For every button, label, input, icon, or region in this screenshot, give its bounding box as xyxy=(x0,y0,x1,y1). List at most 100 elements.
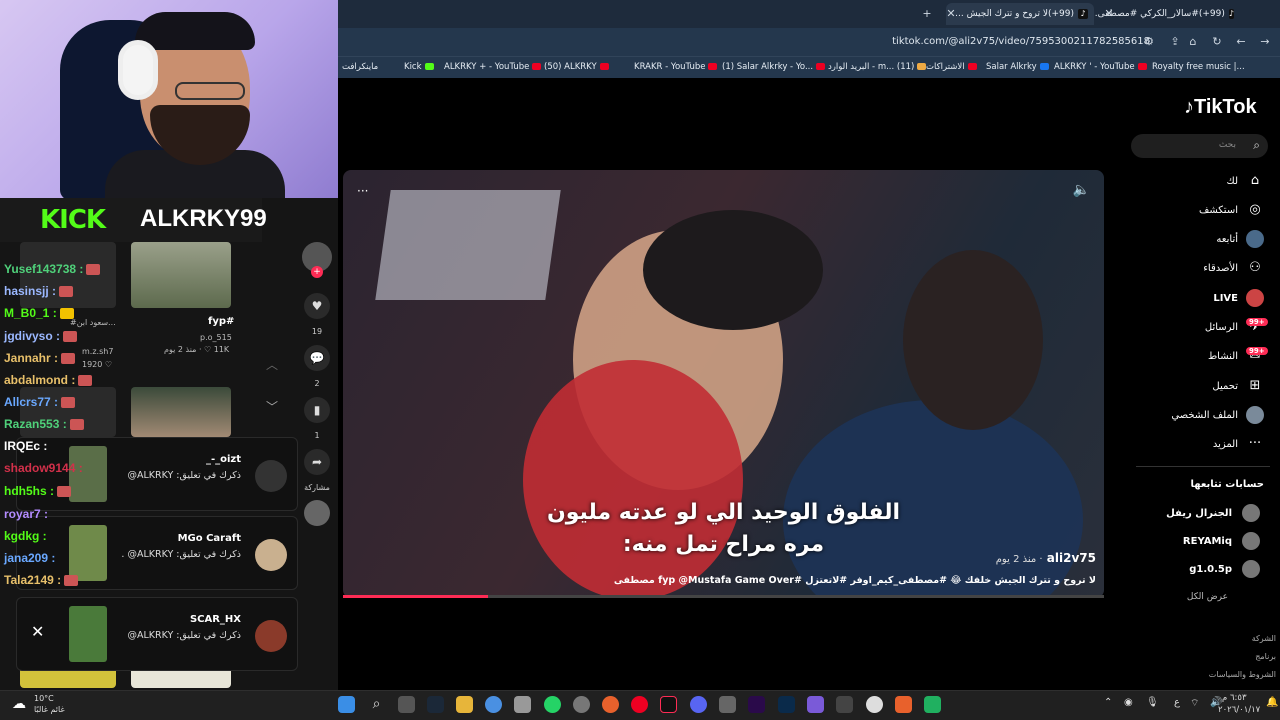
avatar xyxy=(255,539,287,571)
bookmark-icon[interactable]: ▮ xyxy=(304,397,330,423)
close-icon[interactable]: ✕ xyxy=(31,622,44,641)
chrome-icon[interactable] xyxy=(485,696,502,713)
bookmark-item[interactable]: Royalty free music |... xyxy=(1152,62,1245,72)
footer-link[interactable]: الشركة xyxy=(1252,634,1276,643)
close-tab-icon[interactable]: ✕ xyxy=(1102,7,1116,21)
share-icon[interactable]: ⇪ xyxy=(1168,35,1182,49)
share-icon[interactable]: ➦ xyxy=(304,449,330,475)
reload-icon[interactable]: ↻ xyxy=(1210,35,1224,49)
obs-icon[interactable] xyxy=(866,696,883,713)
close-tab-icon[interactable]: ✕ xyxy=(944,7,958,21)
volume-icon[interactable]: 🔈 xyxy=(1073,182,1090,198)
follow-plus-icon[interactable]: + xyxy=(311,266,323,278)
back-icon[interactable]: ← xyxy=(1234,35,1248,49)
footer-link[interactable]: الشروط والسياسات xyxy=(1209,670,1276,679)
channel-name: ALKRKY99 xyxy=(140,205,267,232)
mic-icon[interactable]: 🎙 xyxy=(1146,697,1159,708)
app-icon[interactable] xyxy=(719,696,736,713)
bookmark-item[interactable]: (50) ALKRKY xyxy=(544,62,609,72)
language-indicator[interactable]: ع xyxy=(1174,697,1180,708)
mention-notification[interactable]: ✕ SCAR_HX ذكرك في تعليق: ALKRKY@ xyxy=(16,597,298,671)
nav-explore[interactable]: ◎ استكشف xyxy=(1199,201,1264,219)
photoshop-icon[interactable] xyxy=(778,696,795,713)
heart-icon[interactable]: ♥ xyxy=(304,293,330,319)
tiktok-logo[interactable]: ♪TikTok xyxy=(1184,96,1257,119)
wifi-icon[interactable]: ⌔ xyxy=(1190,697,1199,710)
chat-message: abdalmond : xyxy=(4,373,93,387)
clock-date[interactable]: ٢٠٢٦/٠١/١٧ xyxy=(1218,705,1260,715)
network-icon[interactable]: ◉ xyxy=(1124,697,1133,708)
home-icon[interactable]: ⌂ xyxy=(1186,35,1200,49)
app-icon[interactable] xyxy=(924,696,941,713)
bookmark-item[interactable]: ALKRKY + - YouTube xyxy=(444,62,542,72)
nav-upload[interactable]: ⊞ تحميل xyxy=(1212,377,1264,395)
forward-icon[interactable]: → xyxy=(1258,35,1272,49)
video-thumbnail[interactable] xyxy=(131,387,231,437)
bookmark-item[interactable]: البريد الوارد - m... (11) xyxy=(828,62,927,72)
tiktok-icon[interactable] xyxy=(660,696,677,713)
tune-icon[interactable]: ⚙ xyxy=(1142,35,1156,49)
discord-icon[interactable] xyxy=(690,696,707,713)
video-thumbnail[interactable] xyxy=(131,242,231,308)
search-icon[interactable]: ⌕ xyxy=(1253,138,1260,153)
chevron-down-icon[interactable]: ﹀ xyxy=(266,398,278,415)
app-icon[interactable] xyxy=(514,696,531,713)
divider xyxy=(1136,466,1270,467)
app-icon[interactable] xyxy=(836,696,853,713)
nav-for-you[interactable]: ⌂ لك xyxy=(1227,172,1264,190)
weather-text: غائم غالبًا xyxy=(34,705,65,714)
chat-message: shadow9144 : xyxy=(4,461,83,475)
app-icon[interactable] xyxy=(573,696,590,713)
clock-time[interactable]: ٦:٥٣ م xyxy=(1222,693,1247,703)
whatsapp-icon[interactable] xyxy=(544,696,561,713)
bookmark-item[interactable]: ALKRKY ' - YouTube xyxy=(1054,62,1147,72)
home-icon: ⌂ xyxy=(1250,173,1260,188)
chevron-up-icon[interactable]: ⌃ xyxy=(1104,697,1112,708)
following-account[interactable]: g1.0.5p xyxy=(1189,560,1260,578)
opera-icon[interactable] xyxy=(631,696,648,713)
start-icon[interactable] xyxy=(338,696,355,713)
bookmark-item[interactable]: ماينكرافت xyxy=(342,62,378,72)
app-icon[interactable] xyxy=(807,696,824,713)
nav-following[interactable]: أتابعه xyxy=(1216,230,1264,248)
bookmark-item[interactable]: الاشتراكات xyxy=(926,62,977,72)
nav-friends[interactable]: ⚇ الأصدقاء xyxy=(1203,259,1264,277)
activity-badge: 99+ xyxy=(1246,347,1268,355)
new-tab-icon[interactable]: + xyxy=(920,7,934,21)
messages-badge: 99+ xyxy=(1246,318,1268,326)
notifications-icon[interactable]: 🔔 xyxy=(1266,697,1278,708)
brave-icon[interactable] xyxy=(895,696,912,713)
more-options-icon[interactable]: ··· xyxy=(357,184,368,198)
bookmark-item[interactable]: Salar Alkrky xyxy=(986,62,1049,72)
nav-profile[interactable]: الملف الشخصي xyxy=(1171,406,1264,424)
bookmark-item[interactable]: (1) Salar Alkrky - Yo... xyxy=(722,62,826,72)
following-account[interactable]: الجنرال ريفل xyxy=(1166,504,1260,522)
footer-link[interactable]: برنامج xyxy=(1255,652,1276,661)
chevron-up-icon[interactable]: ︿ xyxy=(266,356,278,373)
chat-message: M_B0_1 : xyxy=(4,306,74,320)
following-account[interactable]: REYAMiq xyxy=(1183,532,1260,550)
show-all-link[interactable]: عرض الكل xyxy=(1187,592,1228,602)
premiere-icon[interactable] xyxy=(748,696,765,713)
search-input[interactable]: بحث ⌕ xyxy=(1131,134,1268,158)
sound-avatar[interactable] xyxy=(304,500,330,526)
mid-user: m.z.sh7 xyxy=(82,347,114,356)
nav-more[interactable]: ··· المزيد xyxy=(1213,435,1264,453)
bookmark-item[interactable]: KRAKR - YouTube xyxy=(634,62,718,72)
chat-message: Yusef143738 : xyxy=(4,262,101,276)
bookmark-item[interactable]: Kick xyxy=(404,62,434,72)
video-author[interactable]: ali2v75 · منذ 2 يوم xyxy=(996,551,1096,565)
weather-icon[interactable]: ☁ xyxy=(12,696,26,712)
chat-message: kgdkg : xyxy=(4,529,47,543)
nav-live[interactable]: LIVE xyxy=(1213,289,1264,307)
file-explorer-icon[interactable] xyxy=(456,696,473,713)
task-view-icon[interactable] xyxy=(398,696,415,713)
url-field[interactable]: tiktok.com/@ali2v75/video/75953002117825… xyxy=(892,36,1150,47)
avatar xyxy=(1242,560,1260,578)
kick-logo: KICK xyxy=(40,205,106,235)
steam-icon[interactable] xyxy=(427,696,444,713)
browser-tab-active[interactable]: ♪ (99+)لا تروح و تترك الجيش ... xyxy=(946,3,1094,25)
brave-icon[interactable] xyxy=(602,696,619,713)
search-icon[interactable]: ⌕ xyxy=(368,696,385,713)
comment-icon[interactable]: 💬 xyxy=(304,345,330,371)
